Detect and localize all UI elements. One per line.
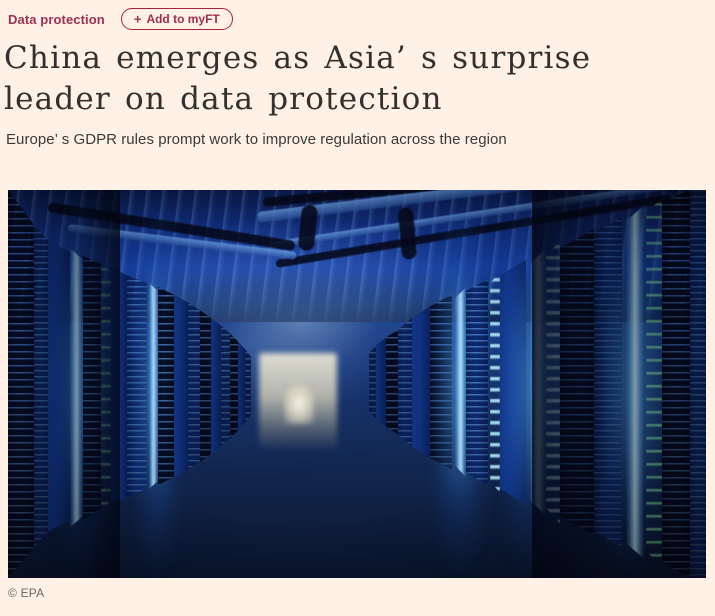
- article-standfirst: Europe’ s GDPR rules prompt work to impr…: [6, 131, 507, 148]
- image-credit: © EPA: [8, 586, 45, 600]
- page-title: China emerges as Asia’ s surprise leader…: [4, 38, 690, 120]
- data-centre-photo: [8, 190, 706, 578]
- corridor-far-doorway: [283, 384, 314, 424]
- headline-line-2: leader on data protection: [4, 81, 443, 117]
- add-to-myft-button[interactable]: + Add to myFT: [120, 8, 233, 30]
- server-rack-wall-left: [8, 190, 287, 578]
- rack-left-12: [221, 325, 230, 447]
- article-page: Data protection + Add to myFT China emer…: [0, 0, 715, 616]
- rack-left-10: [200, 310, 211, 462]
- headline-line-1: China emerges as Asia’ s surprise: [4, 40, 592, 76]
- rack-left-9: [188, 302, 200, 470]
- rack-left-5: [111, 267, 127, 505]
- article-hero-figure: [8, 190, 706, 578]
- rack-right-lightstrip-3: [626, 205, 644, 559]
- rack-left-1: [8, 190, 34, 578]
- rack-right-11: [412, 306, 430, 458]
- rack-left-14: [238, 341, 245, 431]
- plus-icon: +: [133, 11, 142, 26]
- rack-right-15: [369, 345, 376, 419]
- rack-left-2: [34, 224, 48, 547]
- rack-right-13: [386, 329, 398, 435]
- rack-right-14: [376, 337, 386, 427]
- rack-left-11: [211, 318, 221, 454]
- rack-right-leds-1: [490, 271, 500, 493]
- topic-tag-data-protection[interactable]: Data protection: [8, 13, 105, 26]
- rack-left-8: [174, 294, 188, 478]
- rack-right-5: [662, 190, 690, 578]
- rack-left-15: [245, 349, 251, 423]
- article-meta-row: Data protection + Add to myFT: [0, 0, 715, 30]
- rack-left-13: [230, 333, 238, 439]
- rack-right-12: [398, 318, 412, 447]
- add-to-myft-label: Add to myFT: [146, 12, 220, 26]
- rack-right-leds-3: [646, 197, 662, 567]
- rack-right-4: [690, 190, 706, 578]
- server-rack-wall-right: [357, 190, 706, 578]
